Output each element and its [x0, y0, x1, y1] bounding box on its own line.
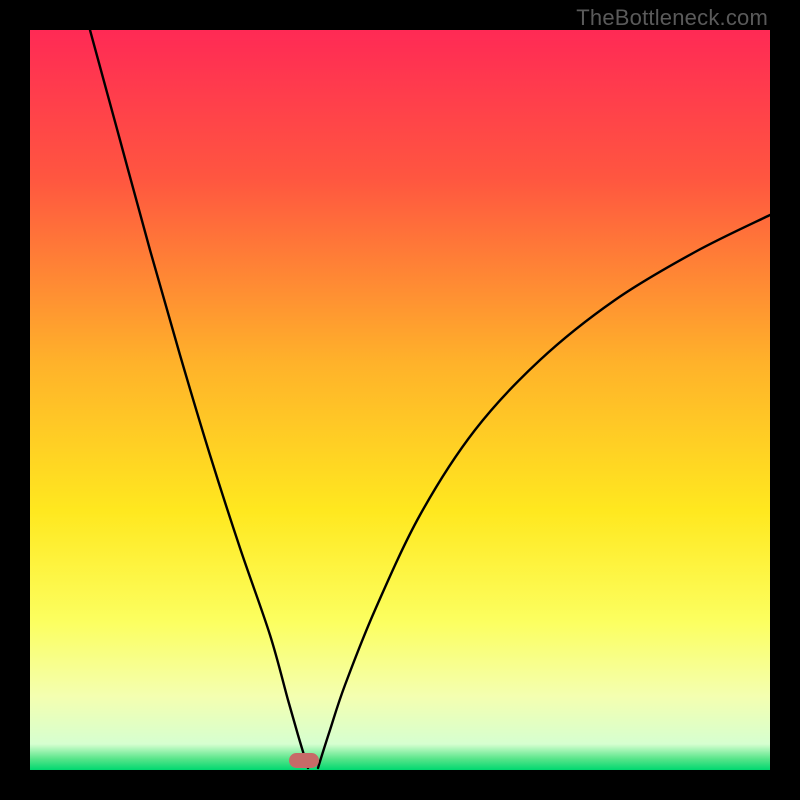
curve-right-branch — [318, 215, 770, 768]
chart-frame: TheBottleneck.com — [0, 0, 800, 800]
watermark-text: TheBottleneck.com — [576, 5, 768, 31]
bottleneck-marker — [289, 753, 319, 768]
curve-left-branch — [90, 30, 308, 768]
curve-layer — [30, 30, 770, 770]
plot-area — [30, 30, 770, 770]
